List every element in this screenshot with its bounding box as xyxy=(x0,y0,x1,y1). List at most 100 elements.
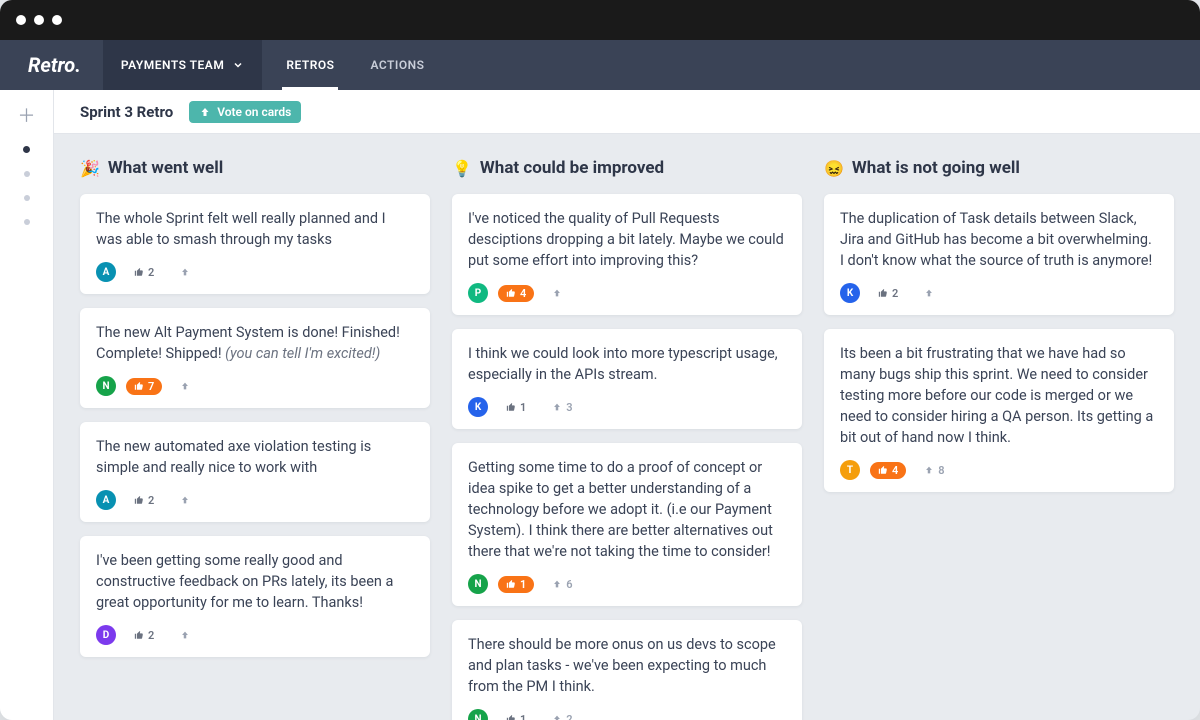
avatar: N xyxy=(468,574,488,594)
sidebar-dot[interactable] xyxy=(24,171,30,177)
thumbs-count: 2 xyxy=(892,287,898,300)
team-select[interactable]: PAYMENTS TEAM xyxy=(103,40,262,90)
thumbs-up-icon xyxy=(878,465,888,475)
retro-card[interactable]: I've noticed the quality of Pull Request… xyxy=(452,194,802,315)
thumbs-up-icon xyxy=(134,381,144,391)
retro-card[interactable]: Its been a bit frustrating that we have … xyxy=(824,329,1174,492)
add-retro-button[interactable]: ＋ xyxy=(18,102,36,128)
thumbs-pill[interactable]: 2 xyxy=(126,492,162,509)
card-text: I've been getting some really good and c… xyxy=(96,550,414,613)
thumbs-pill[interactable]: 7 xyxy=(126,378,162,395)
upvote-count: 2 xyxy=(566,713,572,720)
column-header: 💡 What could be improved xyxy=(452,158,802,178)
column-emoji: 😖 xyxy=(824,159,844,178)
upvote-pill[interactable] xyxy=(172,493,198,507)
thumbs-pill[interactable]: 4 xyxy=(498,285,534,302)
upvote-pill[interactable] xyxy=(916,286,942,300)
thumbs-up-icon xyxy=(506,714,516,720)
thumbs-pill[interactable]: 2 xyxy=(870,285,906,302)
avatar: D xyxy=(96,625,116,645)
upvote-icon xyxy=(180,381,190,391)
board-column: 💡 What could be improved I've noticed the … xyxy=(452,158,802,720)
board-column: 🎉 What went well The whole Sprint felt wel… xyxy=(80,158,430,720)
window-dot[interactable] xyxy=(34,15,44,25)
upvote-pill[interactable]: 3 xyxy=(544,399,580,416)
thumbs-pill[interactable]: 2 xyxy=(126,627,162,644)
card-meta: A2 xyxy=(96,262,414,282)
card-text: There should be more onus on us devs to … xyxy=(468,634,786,697)
sidebar-dot[interactable] xyxy=(23,146,30,153)
navbar: Retro. PAYMENTS TEAM RETROS ACTIONS xyxy=(0,40,1200,90)
card-meta: D2 xyxy=(96,625,414,645)
card-text: The new automated axe violation testing … xyxy=(96,436,414,478)
thumbs-count: 7 xyxy=(148,380,154,393)
avatar: N xyxy=(468,709,488,720)
column-header: 😖What is not going well xyxy=(824,158,1174,178)
thumbs-pill[interactable]: 2 xyxy=(126,264,162,281)
thumbs-count: 1 xyxy=(520,578,526,591)
card-meta: K2 xyxy=(840,283,1158,303)
tab-actions[interactable]: ACTIONS xyxy=(352,40,442,90)
upvote-pill[interactable]: 8 xyxy=(916,462,952,479)
retro-card[interactable]: I've been getting some really good and c… xyxy=(80,536,430,657)
column-title: What could be improved xyxy=(480,158,664,178)
card-meta: N7 xyxy=(96,376,414,396)
upvote-count: 6 xyxy=(566,578,572,591)
window-dot[interactable] xyxy=(16,15,26,25)
sidebar: ＋ xyxy=(0,90,54,720)
thumbs-count: 4 xyxy=(892,464,898,477)
retro-title: Sprint 3 Retro xyxy=(80,103,173,121)
upvote-icon xyxy=(180,630,190,640)
retro-card[interactable]: The duplication of Task details between … xyxy=(824,194,1174,315)
retro-card[interactable]: I think we could look into more typescri… xyxy=(452,329,802,429)
vote-on-cards-button[interactable]: Vote on cards xyxy=(189,101,301,123)
thumbs-up-icon xyxy=(134,495,144,505)
window-titlebar xyxy=(0,0,1200,40)
vote-label: Vote on cards xyxy=(217,105,291,119)
card-meta: N 1 6 xyxy=(468,574,786,594)
avatar: T xyxy=(840,460,860,480)
card-text: The new Alt Payment System is done! Fini… xyxy=(96,322,414,364)
retro-card[interactable]: There should be more onus on us devs to … xyxy=(452,620,802,720)
upvote-pill[interactable]: 2 xyxy=(544,711,580,720)
upvote-pill[interactable] xyxy=(172,628,198,642)
thumbs-pill[interactable]: 1 xyxy=(498,711,534,720)
card-meta: T 4 8 xyxy=(840,460,1158,480)
thumbs-up-icon xyxy=(134,267,144,277)
card-meta: A2 xyxy=(96,490,414,510)
card-text: I think we could look into more typescri… xyxy=(468,343,786,385)
avatar: P xyxy=(468,283,488,303)
retro-card[interactable]: The new automated axe violation testing … xyxy=(80,422,430,522)
thumbs-up-icon xyxy=(506,579,516,589)
column-header: 🎉 What went well xyxy=(80,158,430,178)
sidebar-dot[interactable] xyxy=(24,219,30,225)
upvote-pill[interactable]: 6 xyxy=(544,576,580,593)
thumbs-pill[interactable]: 1 xyxy=(498,576,534,593)
thumbs-up-icon xyxy=(506,402,516,412)
retro-card[interactable]: The new Alt Payment System is done! Fini… xyxy=(80,308,430,408)
upvote-pill[interactable] xyxy=(172,379,198,393)
window-dot[interactable] xyxy=(52,15,62,25)
column-emoji: 🎉 xyxy=(80,159,100,178)
team-name: PAYMENTS TEAM xyxy=(121,58,224,72)
column-title: What went well xyxy=(108,158,223,178)
upvote-icon xyxy=(552,288,562,298)
thumbs-count: 2 xyxy=(148,629,154,642)
card-meta: P4 xyxy=(468,283,786,303)
sidebar-dot[interactable] xyxy=(24,195,30,201)
tab-retros[interactable]: RETROS xyxy=(268,40,352,90)
card-text: Its been a bit frustrating that we have … xyxy=(840,343,1158,448)
thumbs-pill[interactable]: 1 xyxy=(498,399,534,416)
upvote-icon xyxy=(552,402,562,412)
thumbs-count: 2 xyxy=(148,494,154,507)
column-emoji: 💡 xyxy=(452,159,472,178)
upvote-pill[interactable] xyxy=(172,265,198,279)
upvote-pill[interactable] xyxy=(544,286,570,300)
upvote-icon xyxy=(180,267,190,277)
retro-card[interactable]: The whole Sprint felt well really planne… xyxy=(80,194,430,294)
avatar: N xyxy=(96,376,116,396)
retro-card[interactable]: Getting some time to do a proof of conce… xyxy=(452,443,802,606)
card-text: I've noticed the quality of Pull Request… xyxy=(468,208,786,271)
thumbs-pill[interactable]: 4 xyxy=(870,462,906,479)
upvote-count: 8 xyxy=(938,464,944,477)
